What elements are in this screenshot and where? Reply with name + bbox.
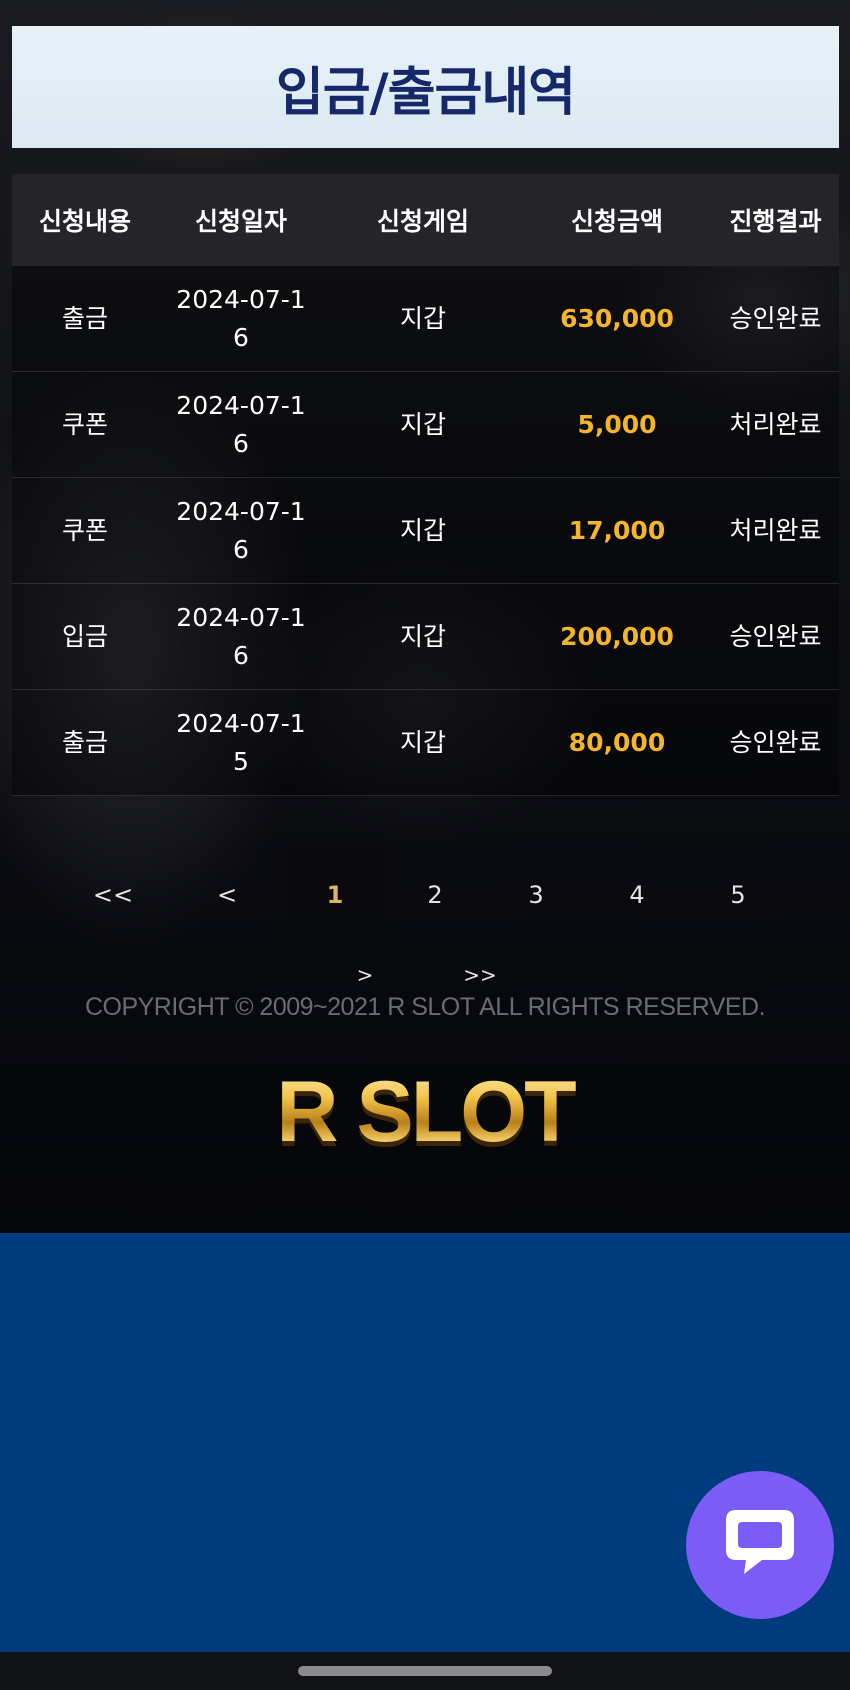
cell-amount: 80,000 — [568, 727, 666, 757]
page-link-2[interactable]: 2 — [385, 845, 485, 945]
cell-game: 지갑 — [399, 621, 446, 651]
cell-amount: 200,000 — [560, 621, 674, 651]
table-header: 신청내용 신청일자 신청게임 신청금액 진행결과 — [12, 174, 839, 266]
cell-result: 승인완료 — [729, 727, 822, 757]
cell-result: 처리완료 — [729, 515, 822, 545]
rslot-logo: R SLOT — [0, 1063, 850, 1162]
cell-type: 쿠폰 — [61, 409, 108, 439]
table-row: 출금 2024-07-16 지갑 630,000 승인완료 — [12, 266, 839, 372]
cell-type: 출금 — [61, 303, 108, 333]
last-page-link[interactable]: >> — [430, 960, 530, 990]
table-row: 쿠폰 2024-07-16 지갑 5,000 처리완료 — [12, 372, 839, 478]
cell-amount: 5,000 — [577, 409, 657, 439]
page-link-1[interactable]: 1 — [285, 845, 385, 945]
first-page-link[interactable]: << — [63, 845, 163, 945]
next-page-link[interactable]: > — [315, 960, 415, 990]
header-date: 신청일자 — [194, 207, 287, 236]
cell-result: 승인완료 — [729, 621, 822, 651]
prev-page-link[interactable]: < — [177, 845, 277, 945]
header-type: 신청내용 — [38, 207, 131, 236]
cell-game: 지갑 — [399, 515, 446, 545]
page-link-5[interactable]: 5 — [688, 845, 788, 945]
cell-result: 처리완료 — [729, 409, 822, 439]
cell-game: 지갑 — [399, 303, 446, 333]
chat-button[interactable] — [686, 1471, 834, 1619]
cell-amount: 630,000 — [560, 303, 674, 333]
cell-result: 승인완료 — [729, 303, 822, 333]
page-header: 입금/출금내역 — [12, 26, 839, 148]
copyright-text: COPYRIGHT © 2009~2021 R SLOT ALL RIGHTS … — [84, 993, 766, 1021]
cell-date: 2024-07-16 — [176, 284, 306, 352]
page-title: 입금/출금내역 — [275, 62, 576, 123]
cell-type: 쿠폰 — [61, 515, 108, 545]
header-result: 진행결과 — [729, 207, 822, 236]
cell-date: 2024-07-16 — [176, 496, 306, 564]
cell-type: 출금 — [61, 727, 108, 757]
chat-bubble-icon — [722, 1506, 798, 1584]
cell-date: 2024-07-15 — [176, 708, 306, 776]
home-indicator[interactable] — [298, 1666, 552, 1676]
header-amount: 신청금액 — [570, 207, 663, 236]
table-row: 입금 2024-07-16 지갑 200,000 승인완료 — [12, 584, 839, 690]
header-game: 신청게임 — [376, 207, 469, 236]
table-row: 출금 2024-07-15 지갑 80,000 승인완료 — [12, 690, 839, 796]
cell-date: 2024-07-16 — [176, 390, 306, 458]
cell-game: 지갑 — [399, 409, 446, 439]
cell-type: 입금 — [61, 621, 108, 651]
page-link-4[interactable]: 4 — [587, 845, 687, 945]
cell-game: 지갑 — [399, 727, 446, 757]
pagination: << < 1 2 3 4 5 > >> — [0, 845, 850, 987]
cell-amount: 17,000 — [568, 515, 666, 545]
cell-date: 2024-07-16 — [176, 602, 306, 670]
page-link-3[interactable]: 3 — [486, 845, 586, 945]
table-row: 쿠폰 2024-07-16 지갑 17,000 처리완료 — [12, 478, 839, 584]
history-table: 신청내용 신청일자 신청게임 신청금액 진행결과 출금 2024-07-16 지… — [12, 174, 839, 796]
